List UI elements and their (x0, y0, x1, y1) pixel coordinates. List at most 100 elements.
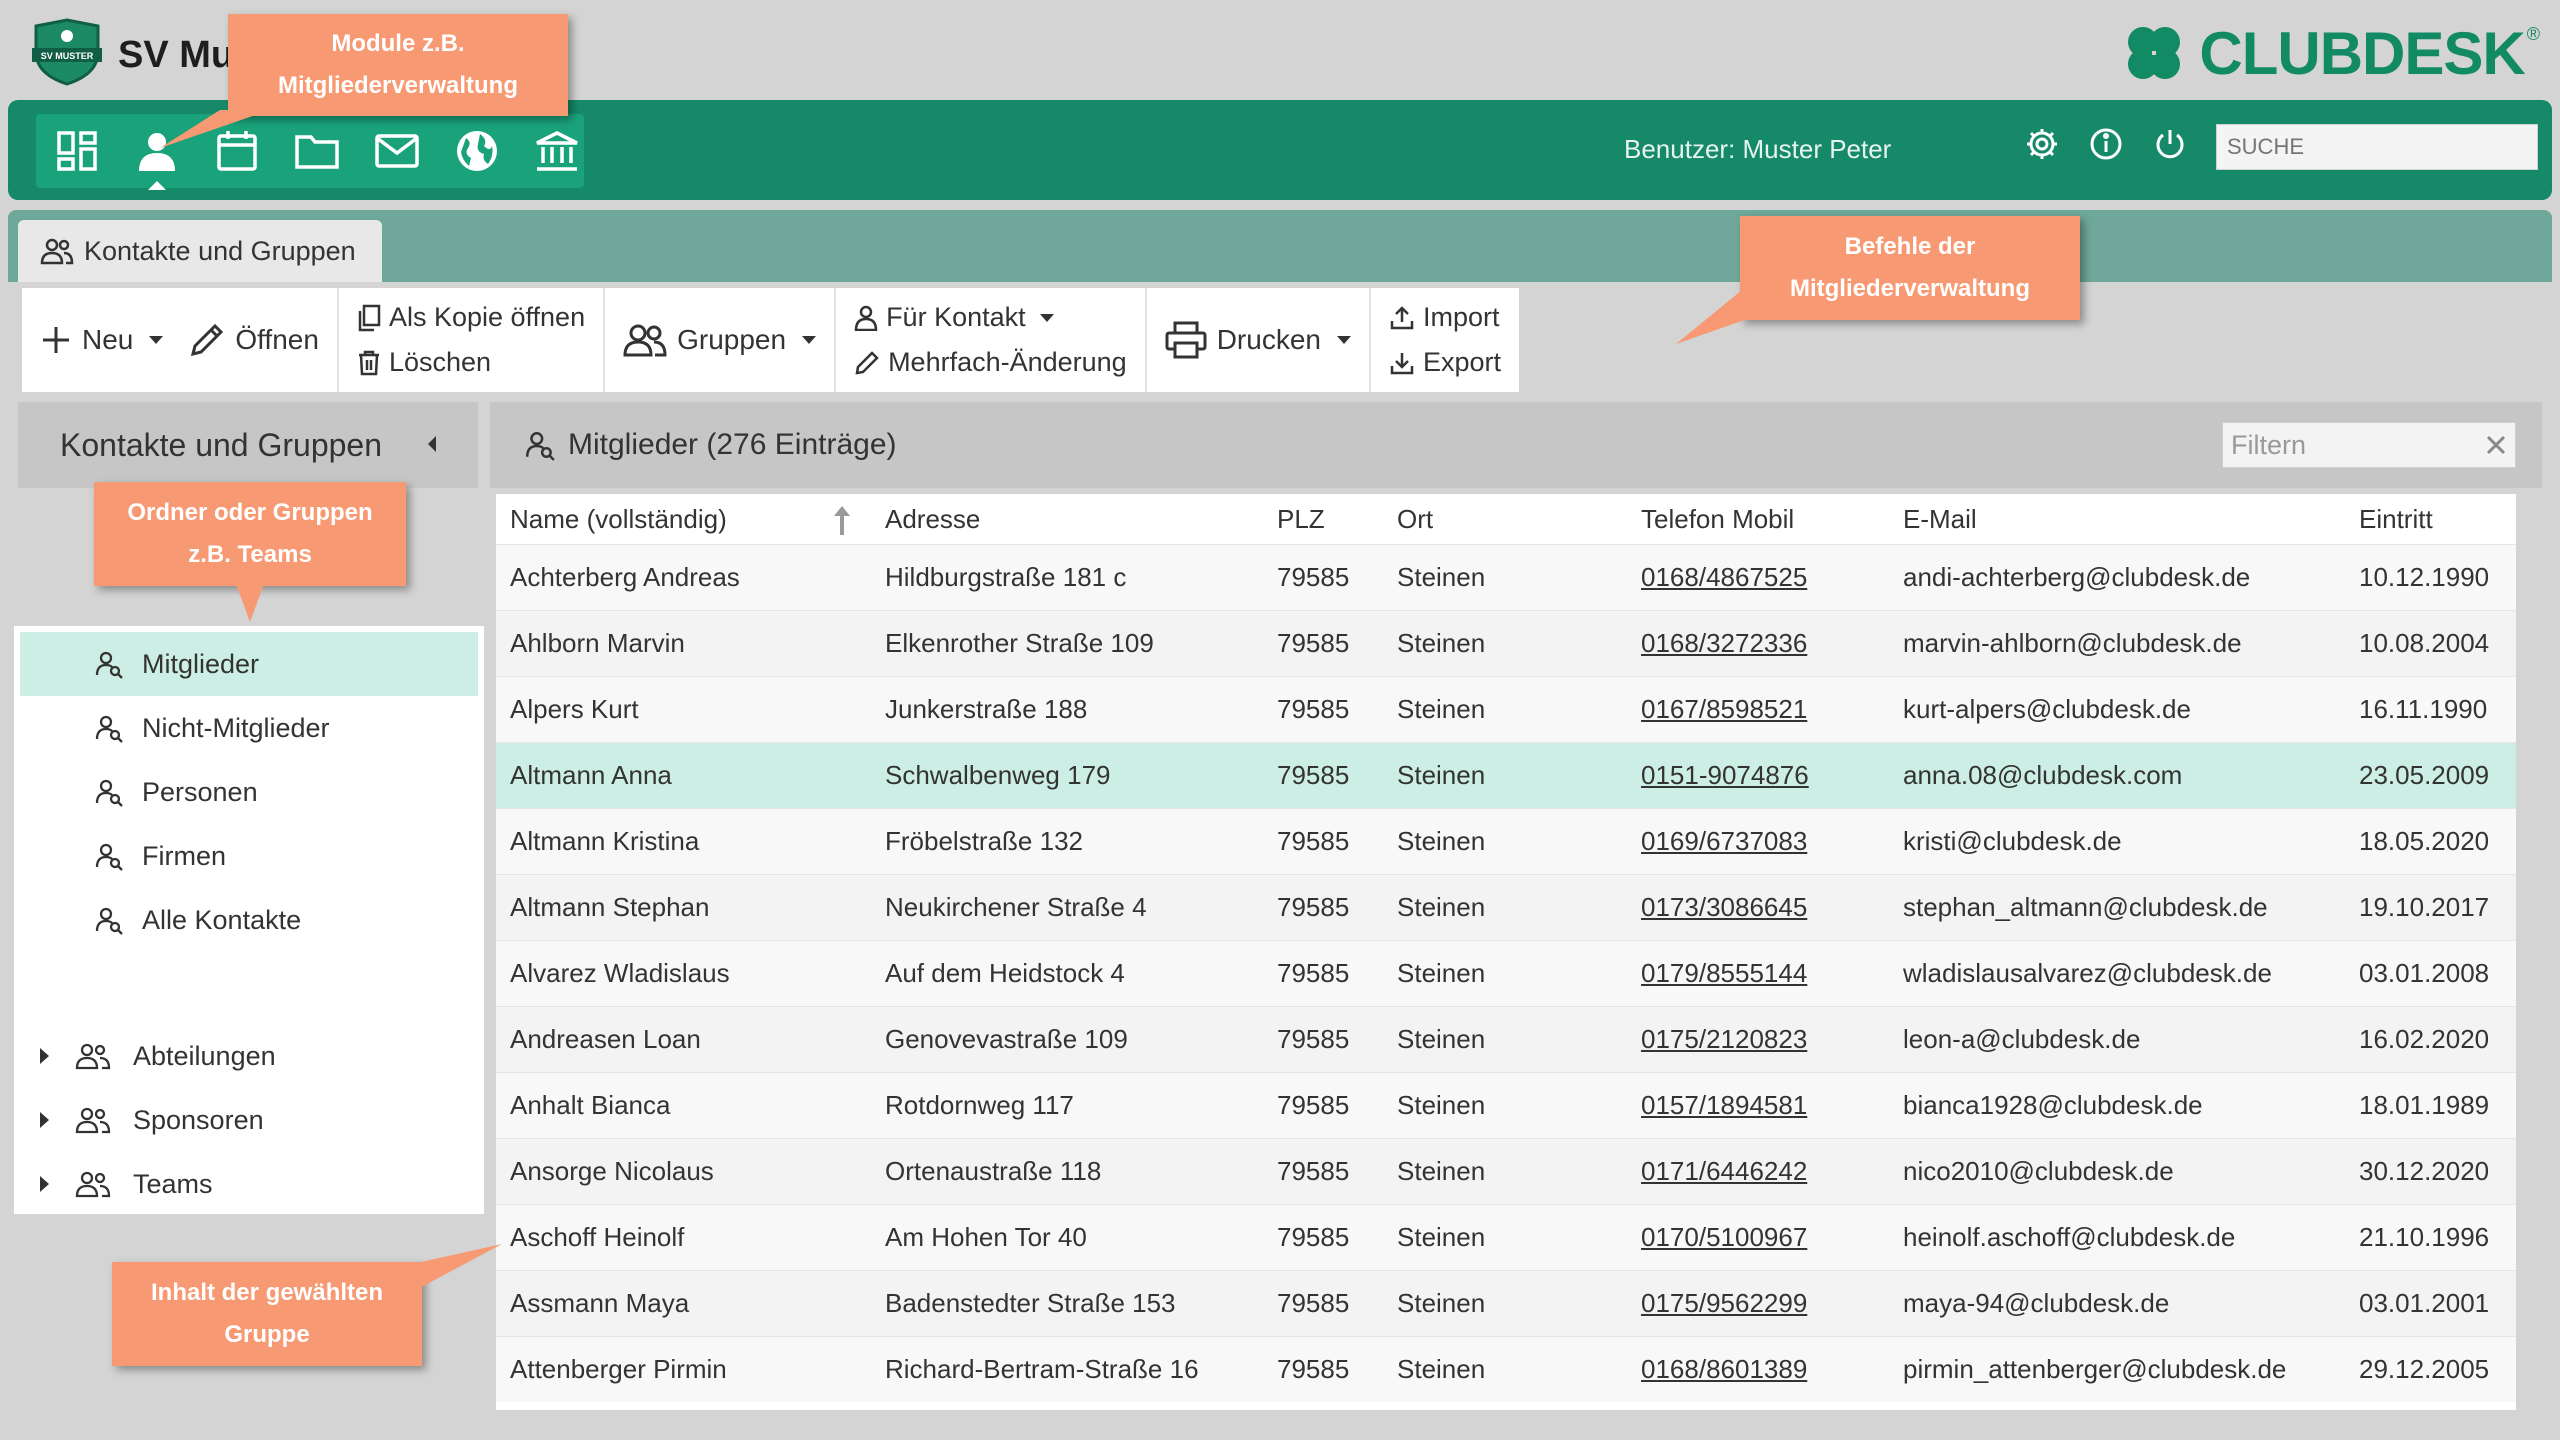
bank-icon[interactable] (532, 126, 582, 176)
new-button[interactable]: Neu (40, 324, 164, 356)
cell-phone[interactable]: 0168/8601389 (1627, 1354, 1889, 1385)
current-user-label: Benutzer: Muster Peter (1624, 134, 1892, 164)
column-header-name[interactable]: Name (vollständig) (496, 504, 871, 535)
chevron-down-icon (149, 336, 164, 344)
person-search-icon (95, 843, 123, 871)
cell-entry-date: 21.10.1996 (2359, 1222, 2490, 1252)
toolbar-group-copy-delete: Als Kopie öffnen Löschen (339, 288, 606, 392)
cell-address: Neukirchener Straße 4 (885, 892, 1147, 922)
open-copy-button[interactable]: Als Kopie öffnen (357, 302, 585, 333)
cell-phone[interactable]: 0175/9562299 (1627, 1288, 1889, 1319)
cell-phone[interactable]: 0170/5100967 (1627, 1222, 1889, 1253)
table-row[interactable]: Attenberger Pirmin Richard-Bertram-Straße… (496, 1336, 2516, 1402)
cell-name: Altmann Stephan (510, 892, 710, 922)
delete-button[interactable]: Löschen (357, 347, 491, 378)
sort-ascending-icon[interactable] (833, 505, 851, 535)
sidebar-item-alle-kontakte[interactable]: Alle Kontakte (14, 888, 484, 952)
cell-phone[interactable]: 0151-9074876 (1627, 760, 1889, 791)
sidebar-group-abteilungen[interactable]: Abteilungen (14, 1024, 484, 1088)
for-contact-button[interactable]: Für Kontakt (854, 302, 1054, 333)
sidebar-item-firmen[interactable]: Firmen (14, 824, 484, 888)
sidebar-group-teams[interactable]: Teams (14, 1152, 484, 1216)
cell-phone[interactable]: 0167/8598521 (1627, 694, 1889, 725)
column-header-phone[interactable]: Telefon Mobil (1627, 504, 1889, 535)
table-row[interactable]: Ahlborn Marvin Elkenrother Straße 109 7958… (496, 610, 2516, 676)
multi-edit-button[interactable]: Mehrfach-Änderung (854, 347, 1127, 378)
cell-phone[interactable]: 0168/4867525 (1627, 562, 1889, 593)
person-search-icon (95, 779, 123, 807)
sidebar-item-personen[interactable]: Personen (14, 760, 484, 824)
search-input[interactable] (2216, 124, 2538, 170)
dashboard-icon[interactable] (52, 126, 102, 176)
cell-zip: 79585 (1277, 562, 1350, 592)
callout-text: Gruppe (224, 1321, 310, 1348)
cell-zip: 79585 (1277, 760, 1350, 790)
table-row[interactable]: Altmann Stephan Neukirchener Straße 4 7958… (496, 874, 2516, 940)
folder-icon[interactable] (292, 126, 342, 176)
chevron-right-icon[interactable] (40, 1048, 49, 1064)
info-icon[interactable] (2088, 126, 2124, 162)
tab-kontakte-und-gruppen[interactable]: Kontakte und Gruppen (18, 220, 382, 282)
sidebar-list: Mitglieder Nicht-Mitglieder Personen Fir… (14, 626, 484, 1214)
mail-icon[interactable] (372, 126, 422, 176)
svg-text:SV MUSTER: SV MUSTER (41, 51, 94, 61)
table-row[interactable]: Assmann Maya Badenstedter Straße 153 79585… (496, 1270, 2516, 1336)
table-row[interactable]: Ansorge Nicolaus Ortenaustraße 118 79585 St… (496, 1138, 2516, 1204)
table-row[interactable]: Achterberg Andreas Hildburgstraße 181 c 79… (496, 544, 2516, 610)
cell-entry-date: 10.08.2004 (2359, 628, 2490, 658)
people-icon (75, 1043, 111, 1070)
table-row[interactable]: Anhalt Bianca Rotdornweg 117 79585 Steinen 0… (496, 1072, 2516, 1138)
cell-name: Assmann Maya (510, 1288, 690, 1318)
cell-phone[interactable]: 0168/3272336 (1627, 628, 1889, 659)
table-row[interactable]: Andreasen Loan Genovevastraße 109 79585 Ste… (496, 1006, 2516, 1072)
cell-zip: 79585 (1277, 694, 1350, 724)
print-button[interactable]: Drucken (1165, 321, 1351, 359)
power-icon[interactable] (2152, 126, 2188, 162)
clubdesk-logo: CLUBDESK ® (2121, 18, 2540, 88)
clover-icon (2128, 27, 2181, 79)
column-header-email[interactable]: E-Mail (1889, 504, 2345, 535)
cell-phone[interactable]: 0173/3086645 (1627, 892, 1889, 923)
cell-email: kurt-alpers@clubdesk.de (1903, 694, 2191, 724)
sidebar-group-sponsoren[interactable]: Sponsoren (14, 1088, 484, 1152)
cell-entry-date: 10.12.1990 (2359, 562, 2490, 592)
chevron-right-icon[interactable] (40, 1176, 49, 1192)
column-header-zip[interactable]: PLZ (1263, 504, 1383, 535)
cell-phone[interactable]: 0157/1894581 (1627, 1090, 1889, 1121)
new-button-label: Neu (82, 324, 134, 355)
toolbar-group-groups: Gruppen (605, 288, 837, 392)
cell-email: anna.08@clubdesk.com (1903, 760, 2183, 790)
cell-phone[interactable]: 0169/6737083 (1627, 826, 1889, 857)
filter-input[interactable]: Filtern (2222, 422, 2516, 468)
people-icon (40, 238, 74, 265)
cell-phone[interactable]: 0175/2120823 (1627, 1024, 1889, 1055)
table-row[interactable]: Alvarez Wladislaus Auf dem Heidstock 4 795… (496, 940, 2516, 1006)
table-row[interactable]: Altmann Anna Schwalbenweg 179 79585 Steinen… (496, 742, 2516, 808)
cell-entry-date: 18.01.1989 (2359, 1090, 2490, 1120)
gear-icon[interactable] (2024, 126, 2060, 162)
globe-icon[interactable] (452, 126, 502, 176)
export-button[interactable]: Export (1389, 347, 1501, 378)
cell-email: heinolf.aschoff@clubdesk.de (1903, 1222, 2236, 1252)
cell-city: Steinen (1397, 1090, 1486, 1120)
table-row[interactable]: Alpers Kurt Junkerstraße 188 79585 Steinen 0… (496, 676, 2516, 742)
close-icon[interactable] (2485, 434, 2507, 456)
column-header-address[interactable]: Adresse (871, 504, 1263, 535)
tab-label: Kontakte und Gruppen (84, 235, 356, 266)
cell-phone[interactable]: 0171/6446242 (1627, 1156, 1889, 1187)
chevron-right-icon[interactable] (40, 1112, 49, 1128)
table-row[interactable]: Aschoff Heinolf Am Hohen Tor 40 79585 Stein… (496, 1204, 2516, 1270)
groups-button[interactable]: Gruppen (623, 323, 817, 357)
cell-phone[interactable]: 0179/8555144 (1627, 958, 1889, 989)
callout-text: Inhalt der gewählten (150, 1279, 384, 1306)
cell-name: Altmann Kristina (510, 826, 700, 856)
column-header-city[interactable]: Ort (1383, 504, 1627, 535)
sidebar-item-label: Nicht-Mitglieder (142, 712, 330, 743)
sidebar-item-mitglieder[interactable]: Mitglieder (20, 632, 478, 696)
table-row[interactable]: Altmann Kristina Fröbelstraße 132 79585 Ste… (496, 808, 2516, 874)
collapse-sidebar-icon[interactable] (428, 436, 436, 452)
open-button[interactable]: Öffnen (189, 322, 319, 358)
sidebar-item-nicht-mitglieder[interactable]: Nicht-Mitglieder (14, 696, 484, 760)
import-button[interactable]: Import (1389, 302, 1500, 333)
column-header-entry-date[interactable]: Eintritt (2345, 504, 2515, 535)
